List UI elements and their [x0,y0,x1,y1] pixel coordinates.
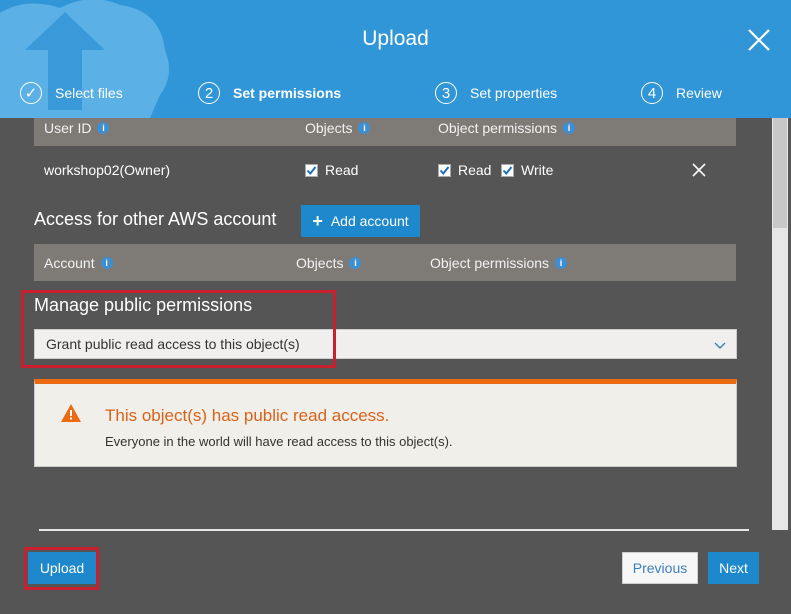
annotation-highlight-box [24,547,99,590]
info-icon[interactable]: i [555,256,568,269]
annotation-highlight-box [21,290,336,368]
checkbox-label: Read [325,162,359,178]
step-label: Set properties [470,85,558,101]
previous-button[interactable]: Previous [622,552,698,584]
footer-divider [39,529,749,531]
plus-icon: + [312,210,323,231]
check-icon [439,165,450,175]
column-objects: Objects i [296,244,362,281]
step-label: Select files [55,85,123,101]
column-object-permissions: Object permissions i [438,118,576,146]
step-number: 3 [435,82,457,104]
alert-text: Everyone in the world will have read acc… [105,434,453,449]
perm-read-checkbox[interactable] [438,163,451,177]
perm-write-option[interactable]: Write [501,146,553,194]
column-label: Objects [305,120,353,136]
previous-button-label: Previous [632,560,688,576]
info-icon[interactable]: i [349,256,362,269]
add-account-button[interactable]: + Add account [301,205,420,237]
owner-user-id: workshop02(Owner) [44,162,171,178]
remove-icon[interactable] [692,163,706,177]
table-row: workshop02(Owner) Read Read Write [34,146,736,194]
step-select-files[interactable]: ✓ Select files [20,80,123,106]
add-account-label: Add account [330,213,409,229]
check-icon: ✓ [20,82,42,104]
warning-icon [61,404,81,422]
next-button[interactable]: Next [708,552,759,584]
info-icon[interactable]: i [358,122,371,134]
perm-write-checkbox[interactable] [501,163,514,177]
column-label: Objects [296,254,344,271]
check-icon [306,165,317,175]
column-label: Object permissions [438,120,558,136]
step-label: Set permissions [233,85,342,101]
column-objects: Objects i [305,118,371,146]
scrollbar-thumb[interactable] [773,118,787,228]
info-icon[interactable]: i [100,256,113,269]
step-set-properties[interactable]: 3 Set properties [435,80,557,106]
column-user-id: User ID i [44,118,110,146]
accounts-table-header: Account i Objects i Object permissions i [34,244,736,281]
objects-read-option[interactable]: Read [305,146,358,194]
checkbox-label: Read [458,162,492,178]
column-account: Account i [44,244,113,281]
checkbox-label: Write [521,162,554,178]
scrollbar[interactable] [772,118,788,530]
next-button-label: Next [719,560,748,576]
owner-table-header: User ID i Objects i Object permissions i [34,118,736,146]
info-icon[interactable]: i [97,122,110,134]
other-accounts-title: Access for other AWS account [34,209,277,229]
info-icon[interactable]: i [563,122,576,134]
column-label: User ID [44,120,92,136]
permissions-content: User ID i Objects i Object permissions i… [0,118,770,530]
close-icon[interactable] [746,27,772,53]
step-number: 4 [641,82,663,104]
column-label: Object permissions [430,254,550,271]
step-number: 2 [198,82,220,104]
perm-read-option[interactable]: Read [438,146,491,194]
column-object-permissions: Object permissions i [430,244,568,281]
step-review[interactable]: 4 Review [641,80,722,106]
public-access-warning: This object(s) has public read access. E… [34,379,737,467]
dialog-title: Upload [362,27,429,50]
objects-read-checkbox[interactable] [305,163,318,177]
chevron-down-icon [714,342,726,349]
alert-title: This object(s) has public read access. [105,406,390,425]
column-label: Account [44,254,95,271]
upload-dialog-header: Upload ✓ Select files 2 Set permissions … [0,0,791,118]
step-label: Review [676,85,722,101]
check-icon [502,165,513,175]
step-set-permissions[interactable]: 2 Set permissions [198,80,341,106]
